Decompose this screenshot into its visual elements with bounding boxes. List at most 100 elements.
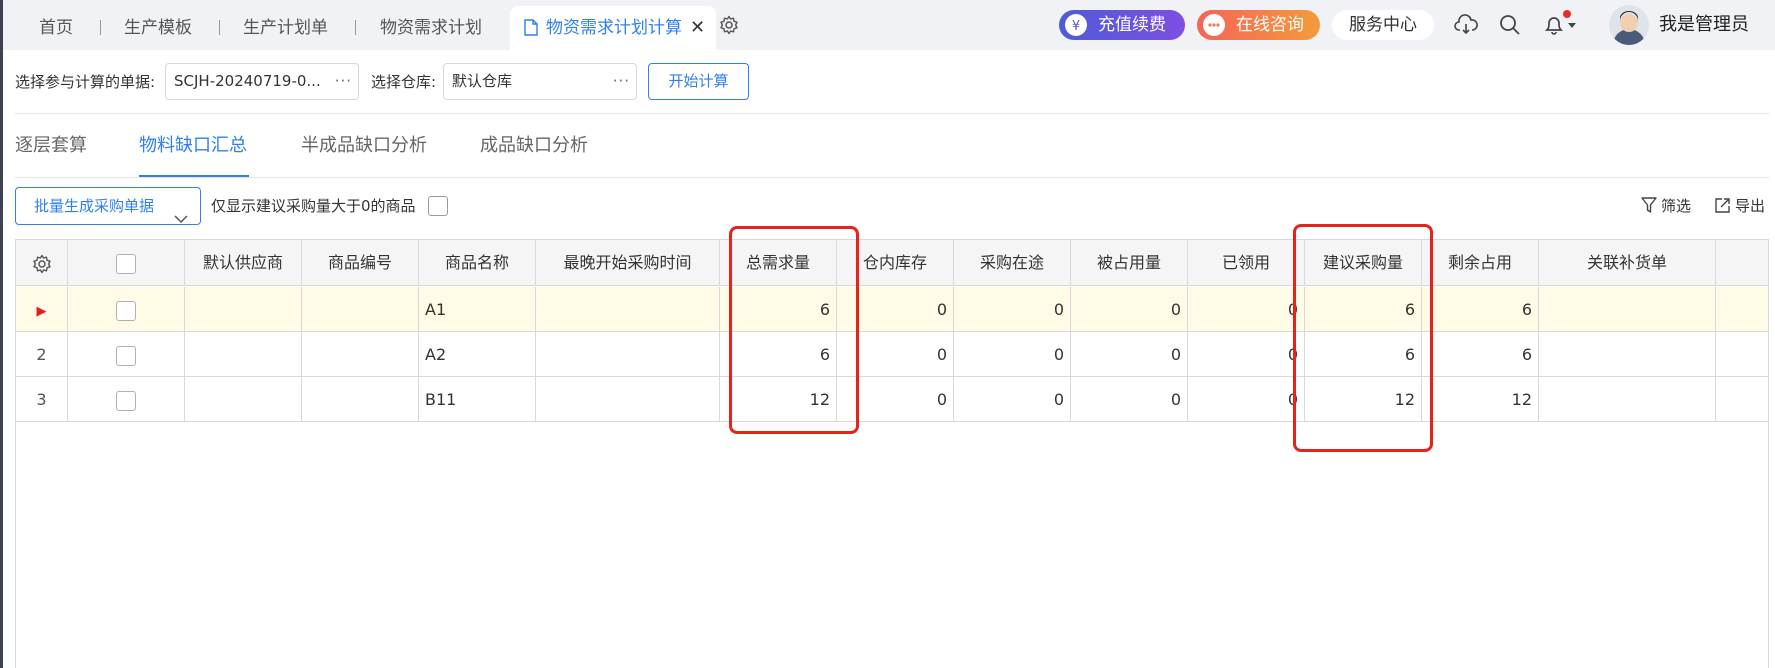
header-purchase-in-transit[interactable]: 采购在途 bbox=[954, 240, 1071, 285]
cell-stock: 0 bbox=[837, 332, 954, 376]
cell-supplier bbox=[185, 287, 302, 331]
filter-button[interactable]: 筛选 bbox=[1641, 195, 1691, 220]
tab-semi-finished-analysis[interactable]: 半成品缺口分析 bbox=[301, 132, 427, 160]
cell-remaining: 6 bbox=[1422, 287, 1539, 331]
row-checkbox[interactable] bbox=[116, 390, 136, 411]
header-total-demand[interactable]: 总需求量 bbox=[720, 240, 837, 285]
cell-total-demand: 6 bbox=[720, 287, 837, 331]
cell-latest-time bbox=[536, 332, 720, 376]
tab-material-requirement-plan[interactable]: 物资需求计划 bbox=[380, 0, 482, 50]
chat-icon bbox=[1203, 14, 1225, 36]
tab-separator bbox=[219, 20, 220, 35]
filter-label: 筛选 bbox=[1661, 197, 1692, 215]
row-pointer-icon: ▶ bbox=[36, 304, 47, 319]
tab-material-requirement-calc[interactable]: 物资需求计划计算 ✕ bbox=[510, 6, 716, 50]
cell-stock: 0 bbox=[837, 287, 954, 331]
cell-supplier bbox=[185, 377, 302, 421]
batch-create-label: 批量生成采购单据 bbox=[34, 197, 155, 215]
divider bbox=[15, 177, 1769, 178]
table-row[interactable]: ▶ A1 6 0 0 0 0 6 6 bbox=[16, 287, 1768, 332]
username[interactable]: 我是管理员 bbox=[1659, 0, 1749, 50]
cell-in-transit: 0 bbox=[954, 287, 1071, 331]
consult-label: 在线咨询 bbox=[1236, 15, 1304, 35]
avatar[interactable] bbox=[1609, 5, 1649, 45]
cell-in-transit: 0 bbox=[954, 377, 1071, 421]
recharge-button[interactable]: ¥ 充值续费 bbox=[1059, 10, 1185, 40]
row-checkbox[interactable] bbox=[116, 300, 136, 321]
more-icon[interactable]: ··· bbox=[335, 64, 352, 99]
header-supplier[interactable]: 默认供应商 bbox=[185, 240, 302, 285]
select-all-checkbox[interactable] bbox=[116, 253, 136, 274]
header-warehouse-stock[interactable]: 仓内库存 bbox=[837, 240, 954, 285]
settings-icon[interactable] bbox=[719, 15, 739, 39]
tab-layer-calc[interactable]: 逐层套算 bbox=[15, 132, 87, 160]
header-suggested-purchase[interactable]: 建议采购量 bbox=[1305, 240, 1422, 285]
cell-occupied: 0 bbox=[1071, 287, 1188, 331]
header-product-name[interactable]: 商品名称 bbox=[419, 240, 536, 285]
header-received[interactable]: 已领用 bbox=[1188, 240, 1305, 285]
export-button[interactable]: 导出 bbox=[1714, 195, 1765, 220]
cell-total-demand: 6 bbox=[720, 332, 837, 376]
service-center-button[interactable]: 服务中心 bbox=[1332, 10, 1434, 40]
bell-icon[interactable] bbox=[1543, 14, 1577, 40]
batch-create-purchase-button[interactable]: 批量生成采购单据 bbox=[15, 187, 201, 225]
tab-separator bbox=[355, 20, 356, 35]
select-all-cell bbox=[68, 240, 185, 285]
tab-production-template[interactable]: 生产模板 bbox=[124, 0, 192, 50]
export-label: 导出 bbox=[1735, 197, 1766, 215]
row-index: 3 bbox=[16, 377, 68, 421]
header-latest-purchase-time[interactable]: 最晚开始采购时间 bbox=[536, 240, 720, 285]
header-occupied[interactable]: 被占用量 bbox=[1071, 240, 1188, 285]
cell-latest-time bbox=[536, 287, 720, 331]
row-checkbox[interactable] bbox=[116, 345, 136, 366]
cell-product-name: A2 bbox=[419, 332, 536, 376]
doc-select-value: SCJH-20240719-0... bbox=[174, 72, 321, 90]
cell-received: 0 bbox=[1188, 377, 1305, 421]
search-icon[interactable] bbox=[1499, 14, 1521, 40]
tab-home[interactable]: 首页 bbox=[39, 0, 73, 50]
table-row[interactable]: 3 B11 12 0 0 0 0 12 12 bbox=[16, 377, 1768, 422]
only-positive-label: 仅显示建议采购量大于0的商品 bbox=[211, 197, 416, 215]
cell-remaining: 6 bbox=[1422, 332, 1539, 376]
warehouse-select-label: 选择仓库: bbox=[371, 73, 437, 91]
doc-select-field[interactable]: SCJH-20240719-0... ··· bbox=[165, 63, 359, 100]
header-remaining-occupied[interactable]: 剩余占用 bbox=[1422, 240, 1539, 285]
cell-latest-time bbox=[536, 377, 720, 421]
cell-occupied: 0 bbox=[1071, 332, 1188, 376]
close-icon[interactable]: ✕ bbox=[690, 6, 705, 50]
only-positive-checkbox[interactable] bbox=[428, 196, 448, 216]
cell-occupied: 0 bbox=[1071, 377, 1188, 421]
tab-separator bbox=[100, 20, 101, 35]
cell-supplier bbox=[185, 332, 302, 376]
row-checkbox-cell bbox=[68, 332, 185, 376]
cell-total-demand: 12 bbox=[720, 377, 837, 421]
material-shortage-table: 默认供应商 商品编号 商品名称 最晚开始采购时间 总需求量 仓内库存 采购在途 … bbox=[15, 239, 1769, 668]
consult-button[interactable]: 在线咨询 bbox=[1197, 10, 1320, 40]
tab-finished-analysis[interactable]: 成品缺口分析 bbox=[480, 132, 588, 160]
table-row[interactable]: 2 A2 6 0 0 0 0 6 6 bbox=[16, 332, 1768, 377]
warehouse-select-field[interactable]: 默认仓库 ··· bbox=[443, 63, 637, 100]
cloud-download-icon[interactable] bbox=[1454, 14, 1478, 40]
document-icon bbox=[524, 19, 538, 41]
warehouse-select-value: 默认仓库 bbox=[452, 72, 513, 90]
start-calc-button[interactable]: 开始计算 bbox=[648, 63, 749, 100]
column-settings[interactable] bbox=[16, 240, 68, 285]
more-icon[interactable]: ··· bbox=[613, 64, 630, 99]
cell-remaining: 12 bbox=[1422, 377, 1539, 421]
tab-production-plan[interactable]: 生产计划单 bbox=[243, 0, 328, 50]
chevron-down-icon[interactable] bbox=[174, 201, 188, 237]
row-checkbox-cell bbox=[68, 377, 185, 421]
tab-material-shortage-summary[interactable]: 物料缺口汇总 bbox=[139, 132, 247, 160]
cell-linked bbox=[1539, 332, 1716, 376]
header-product-code[interactable]: 商品编号 bbox=[302, 240, 419, 285]
left-edge bbox=[0, 0, 3, 668]
svg-text:¥: ¥ bbox=[1072, 19, 1080, 34]
cell-product-code bbox=[302, 287, 419, 331]
doc-select-label: 选择参与计算的单据: bbox=[15, 73, 156, 91]
divider bbox=[15, 113, 1769, 114]
cell-suggested: 6 bbox=[1305, 332, 1422, 376]
table-header: 默认供应商 商品编号 商品名称 最晚开始采购时间 总需求量 仓内库存 采购在途 … bbox=[16, 240, 1768, 286]
header-linked-replenishment[interactable]: 关联补货单 bbox=[1539, 240, 1716, 285]
cell-received: 0 bbox=[1188, 287, 1305, 331]
recharge-label: 充值续费 bbox=[1098, 15, 1166, 35]
